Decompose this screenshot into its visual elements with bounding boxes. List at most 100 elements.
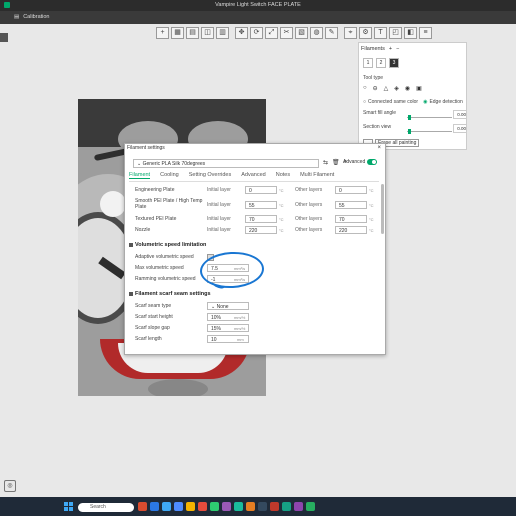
tab-cooling[interactable]: Cooling bbox=[160, 172, 179, 179]
plate-name: Smooth PEI Plate / High Temp Plate bbox=[135, 198, 203, 210]
compare-icon[interactable]: ⇆ bbox=[323, 159, 328, 166]
settings-tabs: Filament Cooling Setting Overrides Advan… bbox=[129, 172, 334, 179]
orient-icon[interactable]: ◫ bbox=[201, 27, 214, 39]
advanced-toggle[interactable] bbox=[367, 159, 378, 165]
delete-icon[interactable]: 🗑 bbox=[332, 159, 340, 166]
pinterest-icon[interactable] bbox=[270, 502, 279, 511]
section-view-input[interactable]: 0.00 bbox=[453, 124, 467, 133]
section-view-handle[interactable] bbox=[407, 129, 411, 134]
rotate-icon[interactable]: ⟳ bbox=[250, 27, 263, 39]
initial-layer-label: Initial layer bbox=[207, 216, 231, 222]
variable-layer-icon[interactable]: ≡ bbox=[419, 27, 432, 39]
tab-setting-overrides[interactable]: Setting Overrides bbox=[189, 172, 232, 179]
advanced-toggle-row: Advanced bbox=[343, 159, 378, 165]
seam-icon[interactable]: ◍ bbox=[310, 27, 323, 39]
grid-icon[interactable]: ▦ bbox=[171, 27, 184, 39]
volumetric-section-title: Volumetric speed limitation bbox=[135, 242, 207, 248]
calendar-icon[interactable] bbox=[306, 502, 315, 511]
color-paint-panel: Filaments + − 1 2 3 Tool type ○ ⊖ △ ◈ ◉ … bbox=[358, 42, 467, 150]
filaments-label: Filaments bbox=[361, 46, 385, 52]
canvas-toolbar: + ▦ ▤ ◫ ▥ ✥ ⟳ ⤢ ✂ ▧ ◍ ✎ ⌖ ⚙ T ◰ ◧ ≡ bbox=[156, 27, 432, 39]
split-icon[interactable]: ◧ bbox=[404, 27, 417, 39]
spotify-icon[interactable] bbox=[210, 502, 219, 511]
layers-icon[interactable]: ▤ bbox=[186, 27, 199, 39]
tab-bar: ▤ Calibration bbox=[0, 11, 516, 24]
start-tile bbox=[69, 502, 73, 506]
tab-filament[interactable]: Filament bbox=[129, 172, 151, 179]
view-icon[interactable]: ◰ bbox=[389, 27, 402, 39]
initial-layer-label: Initial layer bbox=[207, 202, 231, 208]
teams-icon[interactable] bbox=[234, 502, 243, 511]
gap-fill-tool-icon[interactable]: ◉ bbox=[405, 85, 410, 92]
unit-label: °C bbox=[369, 217, 374, 222]
circle-tool-icon[interactable]: ○ bbox=[363, 85, 367, 92]
advanced-label: Advanced bbox=[343, 159, 366, 165]
add-icon[interactable]: + bbox=[156, 27, 169, 39]
edge-icon[interactable] bbox=[150, 502, 159, 511]
smart-fill-angle-input[interactable]: 0.00 bbox=[453, 110, 467, 119]
smooth-pei-other-input[interactable]: 55 bbox=[335, 201, 367, 209]
remove-filament-button[interactable]: − bbox=[396, 46, 399, 52]
nozzle-other-input[interactable]: 220 bbox=[335, 226, 367, 234]
files-icon[interactable] bbox=[162, 502, 171, 511]
move-icon[interactable]: ✥ bbox=[235, 27, 248, 39]
tab-multi-filament[interactable]: Multi Filament bbox=[300, 172, 334, 179]
cut-icon[interactable]: ✂ bbox=[280, 27, 293, 39]
windows-start-icon[interactable] bbox=[64, 502, 73, 511]
tab-calibration[interactable]: ▤ Calibration bbox=[14, 14, 50, 20]
connected-same-color-label: Connected same color bbox=[368, 99, 419, 105]
filament-brush-1[interactable]: 1 bbox=[363, 58, 373, 68]
discord-icon[interactable] bbox=[294, 502, 303, 511]
add-filament-button[interactable]: + bbox=[389, 46, 392, 52]
scarf-type-select[interactable]: ⌄ None bbox=[207, 302, 249, 310]
filament-preset-select[interactable]: ⌄ Generic PLA Silk 70degrees bbox=[133, 159, 319, 168]
height-range-tool-icon[interactable]: ▣ bbox=[416, 85, 422, 92]
nvidia-icon[interactable] bbox=[282, 502, 291, 511]
arrange-icon[interactable]: ▥ bbox=[216, 27, 229, 39]
engineering-initial-input[interactable]: 0 bbox=[245, 186, 277, 194]
start-tile bbox=[69, 507, 73, 511]
textured-pei-other-input[interactable]: 70 bbox=[335, 215, 367, 223]
plate-name: Textured PEI Plate bbox=[135, 216, 177, 222]
radio-on-icon[interactable]: ◉ bbox=[423, 99, 427, 105]
title-bar: Vampire Light Switch FACE PLATE bbox=[0, 0, 516, 11]
close-icon[interactable]: × bbox=[377, 145, 381, 151]
filament-brush-3[interactable]: 3 bbox=[389, 58, 399, 68]
sphere-tool-icon[interactable]: ⊖ bbox=[373, 85, 378, 92]
triangle-tool-icon[interactable]: △ bbox=[384, 85, 389, 92]
smart-fill-angle-handle[interactable] bbox=[407, 115, 411, 120]
browser-icon[interactable] bbox=[138, 502, 147, 511]
slicer-icon[interactable] bbox=[246, 502, 255, 511]
photoshop-icon[interactable] bbox=[222, 502, 231, 511]
measure-icon[interactable]: ⌖ bbox=[344, 27, 357, 39]
model-chin bbox=[148, 379, 208, 396]
nozzle-initial-input[interactable]: 220 bbox=[245, 226, 277, 234]
connected-same-color-option[interactable]: ○ Connected same color ◉ Edge detection bbox=[363, 99, 463, 105]
engineering-other-input[interactable]: 0 bbox=[335, 186, 367, 194]
folder-icon[interactable] bbox=[186, 502, 195, 511]
scale-icon[interactable]: ⤢ bbox=[265, 27, 278, 39]
scarf-start-height-label: Scarf start height bbox=[135, 314, 173, 320]
tab-notes[interactable]: Notes bbox=[276, 172, 290, 179]
fit-view-icon[interactable]: ◎ bbox=[4, 480, 16, 492]
unit-label: mm/% bbox=[234, 315, 246, 320]
collapse-sidebar-handle[interactable] bbox=[0, 33, 8, 42]
plate-name: Engineering Plate bbox=[135, 187, 175, 193]
section-view-slider[interactable] bbox=[407, 129, 452, 134]
text-icon[interactable]: T bbox=[374, 27, 387, 39]
filament-brush-2[interactable]: 2 bbox=[376, 58, 386, 68]
paint-icon[interactable]: ✎ bbox=[325, 27, 338, 39]
fill-tool-icon[interactable]: ◈ bbox=[394, 85, 399, 92]
smart-fill-angle-slider[interactable] bbox=[407, 115, 452, 120]
taskbar-search[interactable]: Search bbox=[78, 503, 134, 512]
textured-pei-initial-input[interactable]: 70 bbox=[245, 215, 277, 223]
terminal-icon[interactable] bbox=[258, 502, 267, 511]
support-icon[interactable]: ▧ bbox=[295, 27, 308, 39]
assemble-icon[interactable]: ⚙ bbox=[359, 27, 372, 39]
store-icon[interactable] bbox=[174, 502, 183, 511]
smooth-pei-initial-input[interactable]: 55 bbox=[245, 201, 277, 209]
tab-advanced[interactable]: Advanced bbox=[241, 172, 265, 179]
youtube-icon[interactable] bbox=[198, 502, 207, 511]
section-icon bbox=[129, 243, 133, 247]
dialog-scrollbar[interactable] bbox=[381, 184, 384, 234]
